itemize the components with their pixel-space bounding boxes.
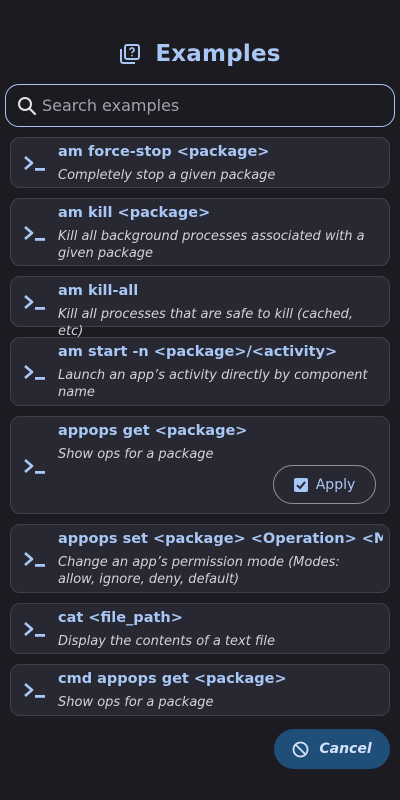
example-card-am-start[interactable]: am start -n <package>/<activity> Launch … [10, 337, 390, 406]
example-title: appops set <package> <Operation> <Mode> [58, 531, 383, 547]
example-description: Kill all processes that are safe to kill… [58, 307, 354, 339]
cancel-button[interactable]: Cancel [274, 729, 390, 769]
terminal-icon [22, 224, 48, 244]
example-title: am start -n <package>/<activity> [58, 344, 338, 360]
dialog-header: Examples [0, 36, 400, 72]
search-icon [16, 95, 38, 117]
example-title: appops get <package> [58, 423, 248, 439]
example-card-cmd-appops-get[interactable]: cmd appops get <package> Show ops for a … [10, 664, 390, 716]
example-card-appops-set[interactable]: appops set <package> <Operation> <Mode> … [10, 524, 390, 593]
terminal-icon [22, 293, 48, 313]
terminal-icon [22, 681, 48, 701]
example-title: cat <file_path> [58, 610, 183, 626]
example-description: Show ops for a package [58, 695, 214, 710]
example-description: Completely stop a given package [58, 168, 276, 183]
block-icon [292, 741, 309, 758]
example-description: Show ops for a package [58, 447, 214, 462]
search-field[interactable] [5, 84, 395, 127]
dialog-title: Examples [155, 41, 281, 67]
terminal-icon [22, 620, 48, 640]
example-card-appops-get[interactable]: appops get <package> Show ops for a pack… [10, 416, 390, 514]
example-card-am-kill[interactable]: am kill <package> Kill all background pr… [10, 198, 390, 266]
terminal-icon [22, 154, 48, 174]
example-description: Kill all background processes associated… [58, 229, 365, 261]
example-description: Change an app’s permission mode (Modes: … [58, 555, 340, 587]
apply-button-label: Apply [315, 476, 356, 493]
example-title: am kill <package> [58, 205, 211, 221]
terminal-icon [22, 457, 48, 477]
examples-dialog: Examples am force-stop <package> Complet… [0, 0, 400, 800]
search-input[interactable] [42, 85, 394, 126]
example-title: am force-stop <package> [58, 144, 270, 160]
example-card-am-force-stop[interactable]: am force-stop <package> Completely stop … [10, 137, 390, 188]
example-description: Launch an app’s activity directly by com… [58, 368, 368, 400]
cancel-button-label: Cancel [319, 741, 372, 757]
example-card-am-kill-all[interactable]: am kill-all Kill all processes that are … [10, 276, 390, 339]
example-card-cat[interactable]: cat <file_path> Display the contents of … [10, 603, 390, 654]
library-icon [119, 43, 141, 65]
example-title: am kill-all [58, 283, 139, 299]
terminal-icon [22, 550, 48, 570]
terminal-icon [22, 363, 48, 383]
checkbox-checked-icon [293, 477, 308, 492]
example-description: Display the contents of a text file [58, 634, 275, 649]
apply-button[interactable]: Apply [273, 465, 376, 504]
example-title: cmd appops get <package> [58, 671, 287, 687]
